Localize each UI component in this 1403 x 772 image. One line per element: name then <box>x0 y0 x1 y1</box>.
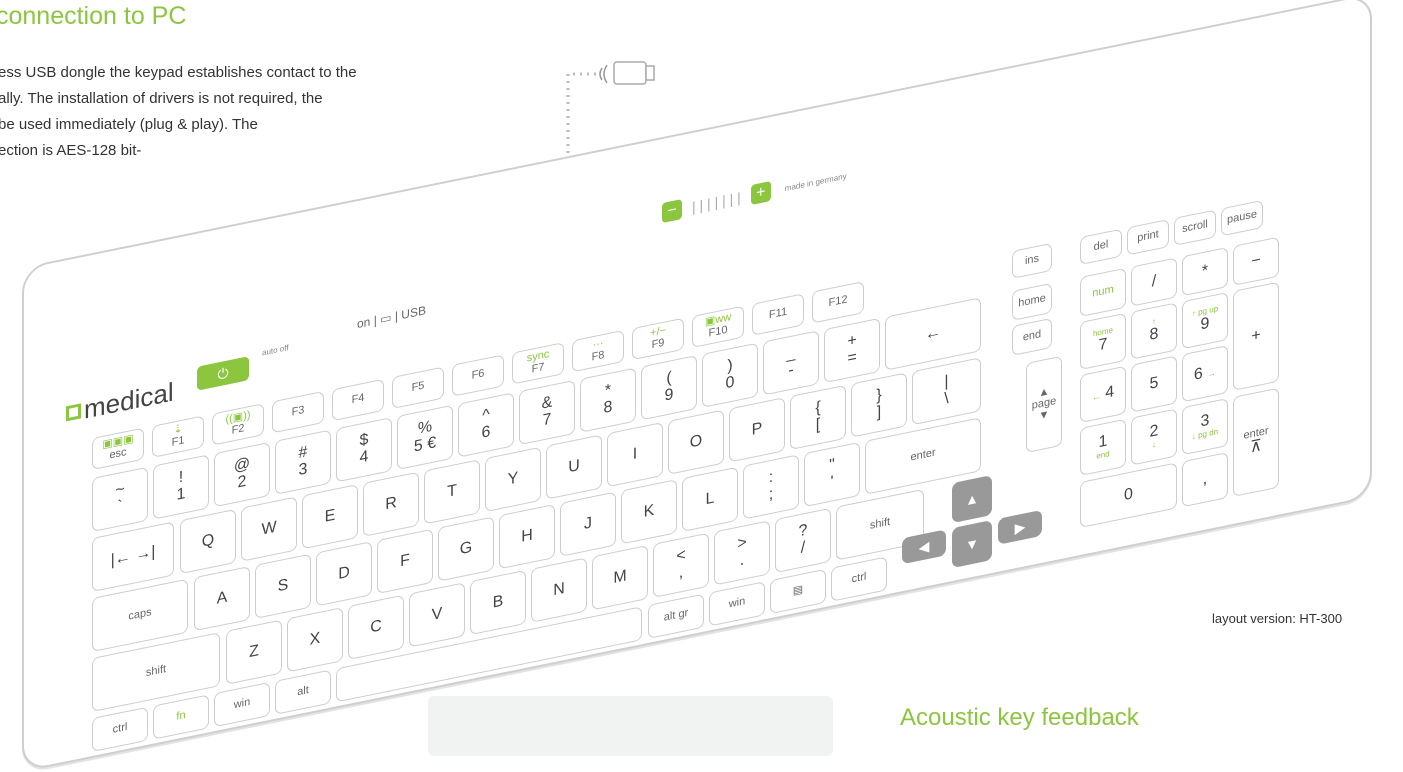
key-slash[interactable]: ? / <box>775 507 831 574</box>
key-minus[interactable]: _ - <box>763 330 819 396</box>
key-d[interactable]: D <box>316 541 372 607</box>
menu-icon: ▤ <box>792 583 804 598</box>
key-n[interactable]: N <box>531 557 587 623</box>
key-num-3[interactable]: 3 ↓ pg dn <box>1182 397 1228 456</box>
key-u[interactable]: U <box>546 434 602 500</box>
key-num-7[interactable]: home 7 <box>1080 312 1126 371</box>
key-5[interactable]: % 5 € <box>397 404 453 471</box>
key-page[interactable]: ▲ page ▼ <box>1026 355 1062 454</box>
key-tilde[interactable]: ~ ` <box>92 466 148 533</box>
key-q[interactable]: Q <box>180 508 236 575</box>
key-bracket-left[interactable]: {[ <box>790 384 846 451</box>
key-9[interactable]: (9 <box>641 355 697 421</box>
key-k[interactable]: K <box>621 479 677 545</box>
arrow-up-icon: ▲ <box>965 489 979 509</box>
key-arrow-down[interactable]: ▼ <box>952 519 992 569</box>
key-v[interactable]: V <box>409 582 465 648</box>
key-j[interactable]: J <box>560 491 616 557</box>
key-num-8[interactable]: ↑ 8 <box>1131 302 1177 360</box>
key-x[interactable]: X <box>287 607 343 673</box>
key-y[interactable]: Y <box>485 446 541 513</box>
key-num-6[interactable]: 6 → <box>1182 344 1228 403</box>
key-quote[interactable]: " ' <box>804 441 860 508</box>
key-f[interactable]: F <box>377 528 433 595</box>
slider-minus-button[interactable]: − <box>662 199 682 224</box>
key-num-enter[interactable]: enter ⊼ <box>1233 387 1279 497</box>
key-num-comma[interactable]: , <box>1182 451 1228 508</box>
keyboard-illustration: medical ⏻ auto off on | ▭ | USB − | | | … <box>0 0 1403 772</box>
key-p[interactable]: P <box>729 397 785 463</box>
key-num-9[interactable]: ↑ pg up 9 <box>1182 291 1228 350</box>
slider-plus-button[interactable]: + <box>750 180 771 206</box>
key-equals[interactable]: + = <box>824 317 880 384</box>
key-h[interactable]: H <box>499 503 555 570</box>
key-2[interactable]: @2 <box>214 441 270 508</box>
key-g[interactable]: G <box>438 516 494 582</box>
key-0[interactable]: ) 0 <box>702 342 758 408</box>
key-semicolon[interactable]: :; <box>743 454 799 520</box>
key-6[interactable]: ^ 6 <box>458 392 514 458</box>
key-a[interactable]: A <box>194 565 250 632</box>
key-bracket-right[interactable]: }] <box>851 372 907 438</box>
key-t[interactable]: T <box>424 459 480 525</box>
key-i[interactable]: I <box>607 421 663 488</box>
key-o[interactable]: O <box>668 409 724 475</box>
key-1[interactable]: ! 1 <box>153 454 209 520</box>
keyboard-body: medical ⏻ auto off on | ▭ | USB − | | | … <box>22 0 1372 772</box>
key-l[interactable]: L <box>682 466 738 533</box>
arrow-left-icon: ◀ <box>918 537 930 556</box>
key-r[interactable]: R <box>363 471 419 537</box>
layout-version-label: layout version: HT-300 <box>1212 611 1343 626</box>
power-icon: ⏻ <box>217 363 229 383</box>
key-3[interactable]: #3 <box>275 429 331 495</box>
key-m[interactable]: M <box>592 544 648 611</box>
key-z[interactable]: Z <box>226 619 282 685</box>
key-comma[interactable]: <, <box>653 532 709 598</box>
section-subheading: Acoustic key feedback <box>900 704 1139 731</box>
key-e[interactable]: E <box>302 483 358 550</box>
arrow-right-icon: ▶ <box>1014 517 1026 537</box>
key-7[interactable]: & 7 <box>519 379 575 446</box>
key-num-5[interactable]: 5 <box>1131 355 1177 413</box>
key-arrow-up[interactable]: ▲ <box>952 474 992 524</box>
key-4[interactable]: $4 <box>336 417 392 483</box>
key-c[interactable]: C <box>348 594 404 661</box>
key-num-plus[interactable]: + <box>1233 281 1279 391</box>
key-num-1[interactable]: 1 end <box>1080 418 1126 477</box>
key-s[interactable]: S <box>255 553 311 619</box>
key-num-4[interactable]: ← 4 <box>1080 365 1126 424</box>
key-w[interactable]: W <box>241 496 297 562</box>
arrow-down-icon: ▼ <box>965 534 979 554</box>
key-8[interactable]: * 8 <box>580 367 636 433</box>
key-period[interactable]: >. <box>714 520 770 586</box>
key-b[interactable]: B <box>470 569 526 636</box>
product-photo-fragment <box>428 696 833 756</box>
key-num-2[interactable]: 2 ↓ <box>1131 408 1177 466</box>
